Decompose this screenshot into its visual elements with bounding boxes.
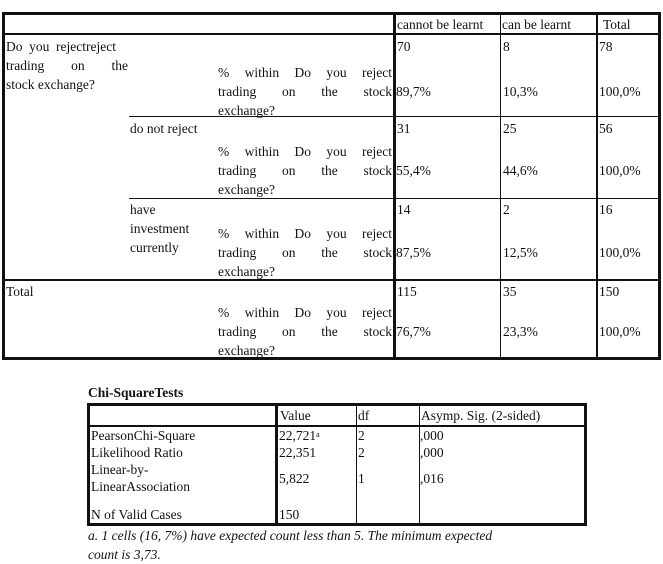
- row-category: do not reject: [130, 121, 198, 136]
- count-cell: 35: [503, 284, 517, 299]
- count-cell: 70: [397, 39, 411, 54]
- row-category: reject: [86, 39, 116, 54]
- chi-stub-divider: [275, 403, 278, 526]
- count-cell: 2: [503, 202, 510, 217]
- percent-cell: 44,6%: [503, 163, 538, 178]
- percent-cell: 100,0%: [599, 84, 641, 99]
- chi-header-value: Value: [280, 408, 311, 423]
- table-border-bottom: [2, 357, 661, 360]
- chi-col-divider-2: [419, 403, 420, 526]
- chi-col-divider-1: [356, 403, 357, 526]
- table-border-left: [2, 12, 5, 360]
- col-divider-2: [596, 12, 598, 360]
- percent-cell: 23,3%: [503, 324, 538, 339]
- count-cell: 8: [503, 39, 510, 54]
- chi-border-left: [87, 403, 90, 526]
- chi-df-cell: 2: [358, 428, 365, 443]
- chi-df-cell: 1: [358, 471, 365, 486]
- percent-cell: 100,0%: [599, 324, 641, 339]
- chi-sig-cell: ,000: [420, 445, 444, 460]
- chi-row-label: N of Valid Cases: [91, 507, 182, 522]
- stat-label: % within Do you reject: [218, 305, 392, 320]
- chi-value-cell: 150: [279, 507, 300, 522]
- count-cell: 78: [599, 39, 613, 54]
- percent-cell: 100,0%: [599, 245, 641, 260]
- stat-label: % within Do you reject: [218, 144, 392, 159]
- percent-cell: 100,0%: [599, 163, 641, 178]
- footnote-marker: a: [316, 430, 320, 439]
- chi-value-cell: 22,721a: [279, 428, 320, 443]
- chi-value-cell: 5,822: [279, 471, 310, 486]
- row-divider-1: [129, 116, 661, 117]
- chi-sig-cell: ,016: [420, 471, 444, 486]
- count-cell: 150: [599, 284, 620, 299]
- row-divider-2: [129, 198, 661, 199]
- col-header-total: Total: [603, 17, 631, 32]
- percent-cell: 89,7%: [396, 84, 431, 99]
- percent-cell: 87,5%: [396, 245, 431, 260]
- total-row-label: Total: [6, 284, 34, 299]
- table-border-right: [658, 12, 661, 360]
- col-header-can-be-learnt: can be learnt: [502, 17, 571, 32]
- chi-df-cell: 2: [358, 445, 365, 460]
- chi-row-label: Linear-by-: [91, 462, 149, 477]
- count-cell: 115: [397, 284, 417, 299]
- row-category: have: [130, 202, 156, 217]
- chi-header-sig: Asymp. Sig. (2-sided): [421, 408, 541, 423]
- stat-label: % within Do you reject: [218, 226, 392, 241]
- percent-cell: 10,3%: [503, 84, 538, 99]
- chi-row-label: PearsonChi-Square: [91, 428, 196, 443]
- percent-cell: 55,4%: [396, 163, 431, 178]
- chi-value-cell: 22,351: [279, 445, 317, 460]
- chi-square-title: Chi-SquareTests: [88, 385, 184, 400]
- col-header-cannot-be-learnt: cannot be learnt: [397, 17, 484, 32]
- count-cell: 56: [599, 121, 613, 136]
- chi-border-right: [584, 403, 587, 526]
- count-cell: 16: [599, 202, 613, 217]
- stat-label: % within Do you reject: [218, 65, 392, 80]
- count-cell: 14: [397, 202, 411, 217]
- chi-header-df: df: [358, 408, 370, 423]
- chi-footnote: a. 1 cells (16, 7%) have expected count …: [88, 528, 493, 543]
- count-cell: 25: [503, 121, 517, 136]
- stub-divider: [393, 12, 396, 360]
- count-cell: 31: [397, 121, 411, 136]
- percent-cell: 76,7%: [396, 324, 431, 339]
- chi-sig-cell: ,000: [420, 428, 444, 443]
- percent-cell: 12,5%: [503, 245, 538, 260]
- col-divider-1: [500, 12, 501, 360]
- chi-row-label: Likelihood Ratio: [91, 445, 183, 460]
- total-divider: [2, 279, 661, 281]
